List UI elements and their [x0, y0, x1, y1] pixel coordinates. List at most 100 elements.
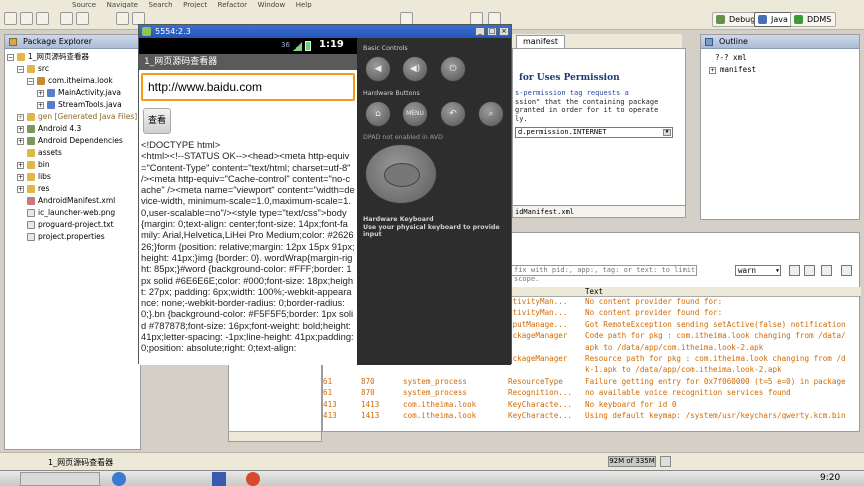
tree-item-android-43[interactable]: + Android 4.3: [17, 123, 81, 134]
tree-item-package[interactable]: − com.itheima.look: [27, 75, 113, 86]
debug-icon[interactable]: [116, 12, 129, 25]
dpad-center[interactable]: [384, 163, 420, 187]
logcat-filter-input[interactable]: fix with pid:, app:, tag: or text: to li…: [511, 265, 697, 283]
power-button[interactable]: ⏻: [440, 56, 466, 82]
tree-item-assets[interactable]: assets: [27, 147, 62, 158]
log-app: com.itheima.look: [403, 411, 477, 420]
search-button[interactable]: ⌕: [478, 101, 504, 127]
log-pid: 413: [323, 411, 337, 420]
log-pid: 61: [323, 388, 333, 398]
gc-icon[interactable]: [660, 456, 671, 467]
logcat-row[interactable]: 61 870 system_process Recognition... no avai…: [323, 388, 861, 398]
outline-item-manifest[interactable]: + manifest: [709, 65, 756, 74]
folder-icon: [27, 149, 35, 157]
tab-androidmanifest-xml[interactable]: idManifest.xml: [513, 205, 685, 217]
editor-line: ssion" that the containing package: [515, 97, 659, 106]
home-button[interactable]: ⌂: [365, 101, 391, 127]
source-text-view: <!DOCTYPE html> <html><!--STATUS OK--><h…: [141, 139, 355, 354]
toggle-view-icon[interactable]: [821, 265, 832, 276]
tree-item-src[interactable]: − src: [17, 63, 49, 74]
hardware-buttons-label: Hardware Buttons: [363, 90, 420, 97]
print-icon[interactable]: [36, 12, 49, 25]
manifest-editor: for Uses Permission s-permission tag req…: [512, 48, 686, 218]
android-status-bar: 36 1:19: [139, 38, 357, 54]
log-tag: ackageManager: [508, 331, 568, 341]
tree-item-launcher-png[interactable]: ic_launcher-web.png: [27, 207, 115, 218]
image-file-icon: [27, 209, 35, 217]
clear-log-icon[interactable]: [804, 265, 815, 276]
column-header-text[interactable]: Text: [585, 287, 603, 297]
perspective-java[interactable]: Java: [754, 12, 793, 27]
permission-name-select[interactable]: d.permission.INTERNET ▼: [515, 127, 673, 138]
save-icon[interactable]: [20, 12, 33, 25]
app-icon[interactable]: [212, 472, 226, 486]
avd-manager-icon[interactable]: [76, 12, 89, 25]
editor-tabs: manifest: [512, 34, 682, 48]
browser-icon[interactable]: [112, 472, 126, 486]
logcat-row[interactable]: k-1.apk to /data/app/com.itheima.look-2.…: [323, 365, 861, 375]
tree-item-mainactivity[interactable]: + MainActivity.java: [37, 87, 121, 98]
view-source-button[interactable]: 查看: [143, 108, 171, 134]
log-text: No keyboard for id 0: [585, 399, 677, 409]
save-log-icon[interactable]: [789, 265, 800, 276]
perspective-ddms[interactable]: DDMS: [790, 12, 837, 27]
status-bar: 1_网页源码查看器 92M of 335M: [0, 452, 864, 470]
new-icon[interactable]: [4, 12, 17, 25]
logcat-row[interactable]: 413 1413 com.itheima.look KeyCharacte... Usi…: [323, 411, 861, 421]
log-tag: KeyCharacte...: [508, 411, 573, 420]
tree-item-streamtools[interactable]: + StreamTools.java: [37, 99, 122, 110]
folder-icon: [27, 113, 35, 121]
debug-perspective-icon: [716, 15, 725, 24]
outline-icon: [705, 38, 713, 46]
log-text: apk to /data/app/com.itheima.look-2.apk: [585, 342, 764, 352]
tab-manifest[interactable]: manifest: [516, 35, 566, 48]
android-sdk-icon[interactable]: [60, 12, 73, 25]
log-text: Using default keymap: /system/usr/keycha…: [585, 411, 846, 420]
editor-heading: for Uses Permission: [519, 73, 620, 83]
tree-item-manifest[interactable]: AndroidManifest.xml: [27, 195, 115, 206]
tree-item-bin[interactable]: + bin: [17, 159, 50, 170]
network-type-label: 36: [281, 41, 290, 49]
folder-icon: [27, 161, 35, 169]
project-icon: [17, 53, 25, 61]
maximize-button[interactable]: □: [487, 27, 497, 36]
log-text: k-1.apk to /data/app/com.itheima.look-2.…: [585, 365, 782, 375]
tree-item-libs[interactable]: + libs: [17, 171, 51, 182]
logcat-row[interactable]: 61 870 system_process ResourceType Failure g…: [323, 377, 861, 387]
heap-status[interactable]: 92M of 335M: [608, 456, 656, 467]
log-text: Failure getting entry for 0x7f060000 (t=…: [585, 376, 846, 386]
horizontal-scrollbar[interactable]: [229, 431, 321, 441]
url-input[interactable]: http://www.baidu.com: [141, 73, 355, 101]
log-level-select[interactable]: warn ▼: [735, 265, 781, 276]
log-text: Got RemoteException sending setActive(fa…: [585, 319, 846, 329]
scroll-lock-icon[interactable]: [841, 265, 852, 276]
package-explorer-tab[interactable]: Package Explorer: [5, 35, 140, 49]
outline-item-xml[interactable]: ?-? xml: [715, 53, 747, 62]
logcat-row[interactable]: 413 1413 com.itheima.look KeyCharacte... No …: [323, 400, 861, 410]
taskbar-window-button[interactable]: [20, 472, 100, 486]
back-button[interactable]: ↶: [440, 101, 466, 127]
editor-line: granted in order for it to operate: [515, 106, 659, 114]
tree-item-android-dependencies[interactable]: + Android Dependencies: [17, 135, 123, 146]
outline-tab[interactable]: Outline: [701, 35, 859, 49]
log-tag: nputManage...: [508, 319, 568, 329]
close-button[interactable]: ×: [499, 27, 509, 36]
tree-item-project[interactable]: −1_网页源码查看器: [7, 51, 89, 62]
tree-item-res[interactable]: + res: [17, 183, 49, 194]
battery-icon: [305, 41, 311, 51]
log-app: com.itheima.look: [403, 399, 477, 409]
package-icon: [37, 77, 45, 85]
app-icon[interactable]: [246, 472, 260, 486]
basic-controls-label: Basic Controls: [363, 45, 408, 52]
menu-button[interactable]: MENU: [402, 101, 428, 127]
tree-item-gen[interactable]: + gen [Generated Java Files]: [17, 111, 137, 122]
volume-up-button[interactable]: ◀): [402, 56, 428, 82]
minimize-button[interactable]: _: [475, 27, 485, 36]
dpad-control[interactable]: [365, 144, 437, 204]
tree-item-proguard[interactable]: proguard-project.txt: [27, 219, 114, 230]
log-tid: 1413: [361, 411, 380, 420]
tree-item-project-properties[interactable]: project.properties: [27, 231, 105, 242]
log-tid: 870: [361, 376, 375, 386]
volume-down-button[interactable]: ◀: [365, 56, 391, 82]
app-title-bar: 1_网页源码查看器: [139, 54, 357, 70]
